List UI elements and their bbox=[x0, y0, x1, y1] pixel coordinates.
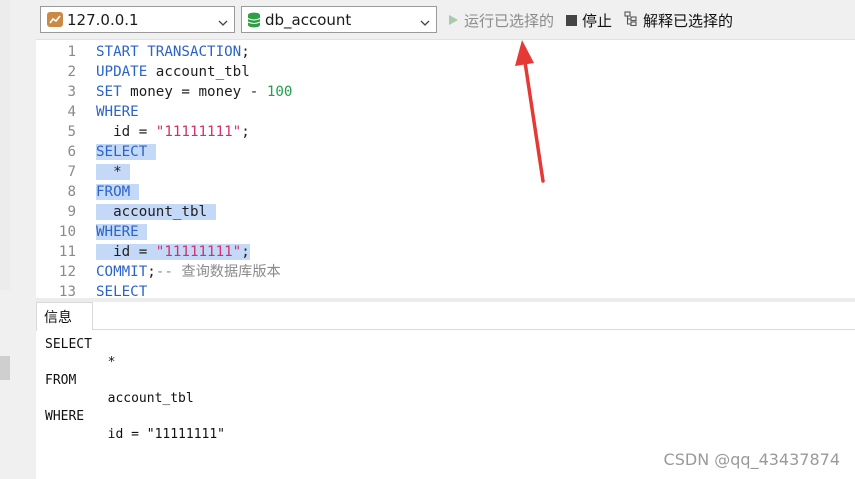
code-text: FROM bbox=[96, 182, 139, 202]
database-select[interactable]: db_account bbox=[241, 6, 437, 33]
code-text: id = "11111111"; bbox=[96, 242, 250, 262]
explain-selected-button[interactable]: 解释已选择的 bbox=[624, 10, 733, 31]
code-text: SELECT bbox=[96, 142, 156, 162]
code-token: SELECT bbox=[96, 284, 148, 299]
sql-editor[interactable]: 1 START TRANSACTION; 2 UPDATE account_tbl 3 S… bbox=[36, 40, 855, 299]
line-number: 12 bbox=[58, 264, 76, 280]
line-number: 6 bbox=[67, 144, 76, 160]
editor-line[interactable]: 1 START TRANSACTION; bbox=[36, 42, 855, 62]
code-token: ; bbox=[147, 264, 156, 280]
code-text: WHERE bbox=[96, 222, 148, 242]
stop-label: 停止 bbox=[582, 12, 613, 30]
editor-line[interactable]: 9 account_tbl bbox=[36, 202, 855, 222]
output-line: * bbox=[45, 355, 116, 370]
code-text: account_tbl bbox=[96, 202, 216, 222]
connection-icon bbox=[47, 12, 63, 27]
code-text: * bbox=[96, 162, 131, 182]
code-text: COMMIT;-- 查询数据库版本 bbox=[96, 262, 281, 282]
editor-line[interactable]: 6 SELECT bbox=[36, 142, 855, 162]
stop-button[interactable]: 停止 bbox=[566, 10, 612, 31]
code-token: account_tbl bbox=[96, 204, 216, 220]
explain-icon bbox=[624, 11, 638, 30]
code-token: "11111111" bbox=[155, 244, 242, 260]
editor-line[interactable]: 5 id = "11111111"; bbox=[36, 122, 855, 142]
code-token: 100 bbox=[266, 84, 293, 100]
navicat-query-window: 127.0.0.1 db_account 运行已选择的 停止 解释已选择的 1 … bbox=[0, 0, 855, 479]
line-number: 10 bbox=[58, 224, 76, 240]
output-line: SELECT bbox=[45, 337, 92, 352]
line-number: 1 bbox=[67, 44, 76, 60]
code-token: id = bbox=[96, 124, 156, 140]
code-token: money = money - bbox=[121, 84, 267, 100]
line-number: 2 bbox=[67, 64, 76, 80]
code-token: FROM bbox=[96, 184, 139, 200]
editor-line[interactable]: 7 * bbox=[36, 162, 855, 182]
editor-line[interactable]: 13 SELECT bbox=[36, 282, 855, 299]
stop-icon bbox=[566, 12, 577, 30]
left-panel-shade bbox=[0, 0, 10, 290]
code-token: WHERE bbox=[96, 224, 148, 240]
explain-selected-label: 解释已选择的 bbox=[643, 12, 734, 30]
code-token: COMMIT bbox=[96, 264, 148, 280]
code-token: UPDATE bbox=[96, 64, 148, 80]
output-line: WHERE bbox=[45, 409, 85, 424]
play-icon bbox=[448, 12, 459, 30]
editor-line[interactable]: 4 WHERE bbox=[36, 102, 855, 122]
database-value: db_account bbox=[265, 10, 352, 29]
line-number: 8 bbox=[67, 184, 76, 200]
line-number: 5 bbox=[67, 124, 76, 140]
output-line: id = "11111111" bbox=[45, 427, 226, 442]
line-number: 4 bbox=[67, 104, 76, 120]
editor-line[interactable]: 11 id = "11111111"; bbox=[36, 242, 855, 262]
code-text: SELECT bbox=[96, 282, 147, 299]
chevron-down-icon bbox=[420, 13, 430, 26]
output-line: account_tbl bbox=[45, 391, 194, 406]
code-text: id = "11111111"; bbox=[96, 122, 250, 142]
code-token: ; bbox=[241, 244, 250, 260]
run-selected-label: 运行已选择的 bbox=[464, 12, 555, 30]
line-number: 13 bbox=[58, 284, 76, 299]
code-token: -- 查询数据库版本 bbox=[155, 264, 281, 280]
editor-line[interactable]: 2 UPDATE account_tbl bbox=[36, 62, 855, 82]
code-text: WHERE bbox=[96, 102, 139, 122]
code-token: ; bbox=[241, 124, 250, 140]
code-token: SELECT bbox=[96, 144, 156, 160]
query-toolbar: 127.0.0.1 db_account 运行已选择的 停止 解释已选择的 bbox=[36, 0, 855, 40]
code-token: SET bbox=[96, 84, 122, 100]
connection-value: 127.0.0.1 bbox=[67, 10, 139, 29]
editor-line[interactable]: 10 WHERE bbox=[36, 222, 855, 242]
line-number: 9 bbox=[67, 204, 76, 220]
left-panel-marker bbox=[0, 356, 10, 380]
tab-info-label: 信息 bbox=[44, 310, 72, 326]
chevron-down-icon bbox=[218, 13, 228, 26]
code-text: SET money = money - 100 bbox=[96, 82, 292, 102]
code-text: UPDATE account_tbl bbox=[96, 62, 250, 82]
database-icon bbox=[247, 12, 261, 28]
code-token: id = bbox=[96, 244, 156, 260]
code-token: account_tbl bbox=[147, 64, 250, 80]
watermark: CSDN @qq_43437874 bbox=[663, 450, 840, 469]
code-token: "11111111" bbox=[155, 124, 242, 140]
editor-line[interactable]: 12 COMMIT;-- 查询数据库版本 bbox=[36, 262, 855, 282]
tab-info[interactable]: 信息 bbox=[36, 302, 94, 332]
editor-line[interactable]: 3 SET money = money - 100 bbox=[36, 82, 855, 102]
line-number: 7 bbox=[67, 164, 76, 180]
code-token: WHERE bbox=[96, 104, 139, 120]
code-token: * bbox=[96, 164, 131, 180]
left-panel-edge bbox=[0, 0, 36, 479]
connection-select[interactable]: 127.0.0.1 bbox=[40, 6, 235, 33]
output-line: FROM bbox=[45, 373, 77, 388]
code-token: START TRANSACTION bbox=[96, 44, 242, 60]
result-tabbar: 信息 bbox=[36, 302, 855, 332]
code-token: ; bbox=[241, 44, 250, 60]
code-text: START TRANSACTION; bbox=[96, 42, 250, 62]
line-number: 11 bbox=[58, 244, 76, 260]
run-selected-button[interactable]: 运行已选择的 bbox=[448, 10, 554, 31]
editor-line[interactable]: 8 FROM bbox=[36, 182, 855, 202]
line-number: 3 bbox=[67, 84, 76, 100]
